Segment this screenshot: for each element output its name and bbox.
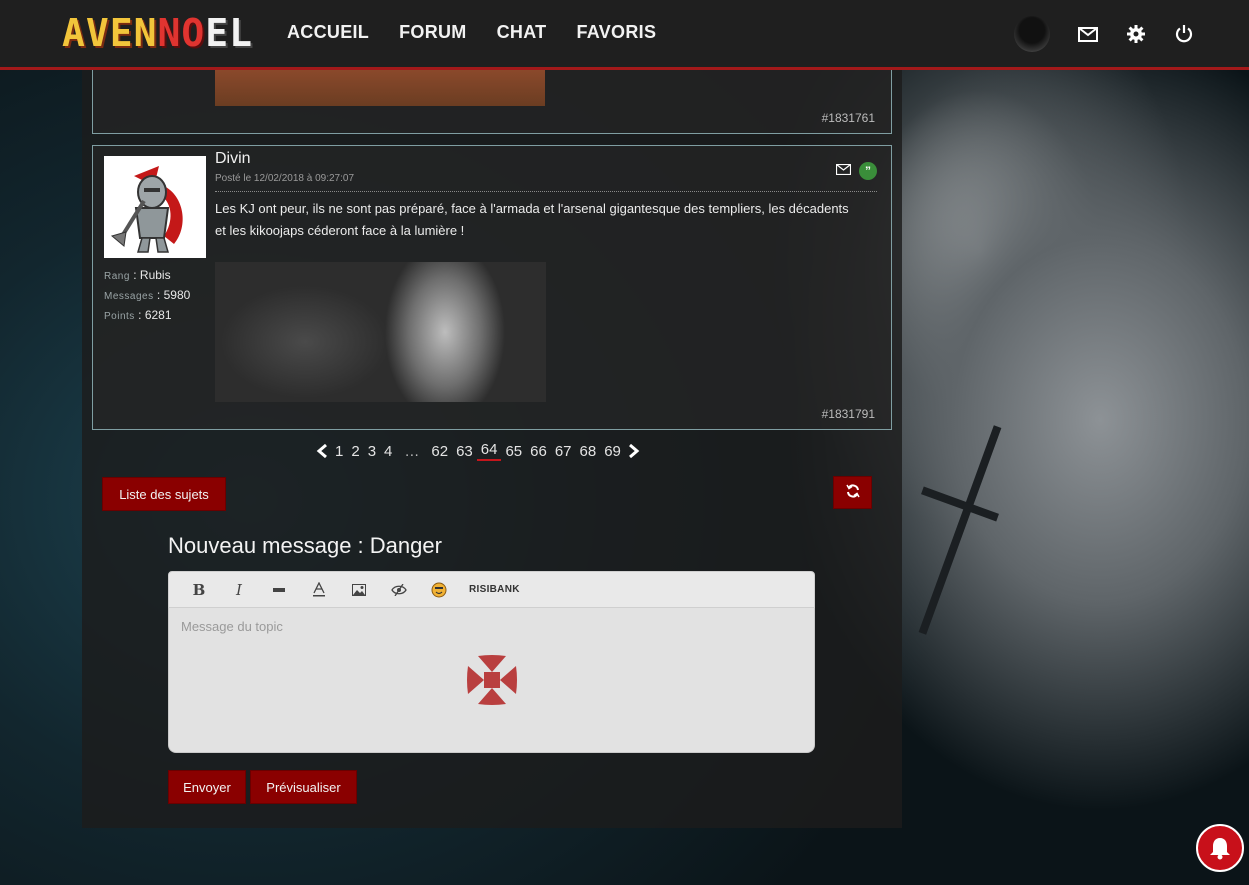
next-page-icon[interactable]	[625, 444, 643, 458]
post-id[interactable]: #1831761	[822, 111, 875, 125]
site-header: AVEN NO EL ACCUEIL FORUM CHAT FAVORIS	[0, 0, 1249, 70]
page-link[interactable]: 65	[501, 443, 526, 460]
post-actions: ”	[835, 162, 877, 180]
current-page[interactable]: 64	[476, 441, 502, 461]
post-id[interactable]: #1831791	[822, 407, 875, 421]
image-icon[interactable]	[339, 583, 379, 596]
page-link[interactable]: 1	[331, 443, 347, 460]
author-avatar[interactable]	[104, 156, 206, 258]
quote-icon[interactable]: ”	[859, 162, 877, 180]
main-nav: ACCUEIL FORUM CHAT FAVORIS	[287, 22, 656, 43]
page-link[interactable]: 4	[380, 443, 396, 460]
logo-part-2: NO	[157, 11, 206, 55]
smiley-icon[interactable]	[419, 582, 459, 598]
strikethrough-icon[interactable]	[259, 587, 299, 592]
rank-label: Rang	[104, 271, 130, 282]
page-link[interactable]: 69	[600, 443, 625, 460]
page-link[interactable]: 63	[452, 443, 477, 460]
pagination: 1 2 3 4 … 62 63 64 65 66 67 68 69	[313, 441, 643, 461]
preview-button[interactable]: Prévisualiser	[250, 770, 357, 804]
points-label: Points	[104, 311, 135, 322]
page-link[interactable]: 68	[576, 443, 601, 460]
forum-post: Rang : Rubis Messages : 5980 Points : 62…	[92, 145, 892, 430]
private-message-icon[interactable]	[835, 162, 852, 180]
power-icon[interactable]	[1174, 24, 1194, 44]
refresh-button[interactable]	[833, 476, 872, 509]
italic-icon[interactable]: I	[219, 581, 259, 599]
logo-part-3: EL	[205, 11, 254, 55]
message-placeholder: Message du topic	[181, 619, 283, 634]
logo-part-1: AVEN	[62, 11, 158, 55]
post-separator	[215, 191, 877, 192]
notification-bell-icon[interactable]	[1196, 824, 1244, 872]
message-textarea[interactable]: Message du topic	[168, 608, 815, 753]
spoiler-icon[interactable]	[379, 583, 419, 596]
site-logo[interactable]: AVEN NO EL	[62, 11, 254, 55]
topic-list-button[interactable]: Liste des sujets	[102, 477, 226, 511]
text-color-icon[interactable]	[299, 582, 339, 597]
gear-icon[interactable]	[1126, 24, 1146, 44]
editor-toolbar: B I RISIBANK	[168, 571, 815, 608]
page-link[interactable]: 3	[364, 443, 380, 460]
send-button[interactable]: Envoyer	[168, 770, 246, 804]
post-text: Les KJ ont peur, ils ne sont pas préparé…	[215, 201, 849, 238]
header-icons	[1014, 16, 1194, 52]
author-meta: Rang : Rubis Messages : 5980 Points : 62…	[104, 268, 191, 322]
messages-label: Messages	[104, 291, 154, 302]
nav-favoris[interactable]: FAVORIS	[576, 22, 656, 43]
user-avatar[interactable]	[1014, 16, 1050, 52]
page-link[interactable]: 67	[551, 443, 576, 460]
bold-icon[interactable]: B	[179, 581, 219, 599]
author-name[interactable]: Divin	[215, 150, 251, 168]
page-link[interactable]: 62	[427, 443, 452, 460]
messages-value: 5980	[163, 288, 191, 302]
prev-page-icon[interactable]	[313, 444, 331, 458]
templar-cross-icon	[464, 652, 520, 713]
nav-accueil[interactable]: ACCUEIL	[287, 22, 369, 43]
background-sword	[930, 400, 990, 640]
nav-forum[interactable]: FORUM	[399, 22, 467, 43]
page-link[interactable]: 66	[526, 443, 551, 460]
rank-value: Rubis	[139, 268, 171, 282]
risibank-button[interactable]: RISIBANK	[469, 584, 520, 595]
refresh-icon	[845, 484, 860, 501]
post-date: Posté le 12/02/2018 à 09:27:07	[215, 173, 355, 184]
pagination-ellipsis: …	[404, 442, 420, 460]
points-value: 6281	[144, 308, 172, 322]
page-link[interactable]: 2	[347, 443, 363, 460]
post-image[interactable]	[215, 262, 546, 402]
nav-chat[interactable]: CHAT	[497, 22, 547, 43]
new-message-title: Nouveau message : Danger	[168, 533, 442, 558]
mail-icon[interactable]	[1078, 24, 1098, 44]
